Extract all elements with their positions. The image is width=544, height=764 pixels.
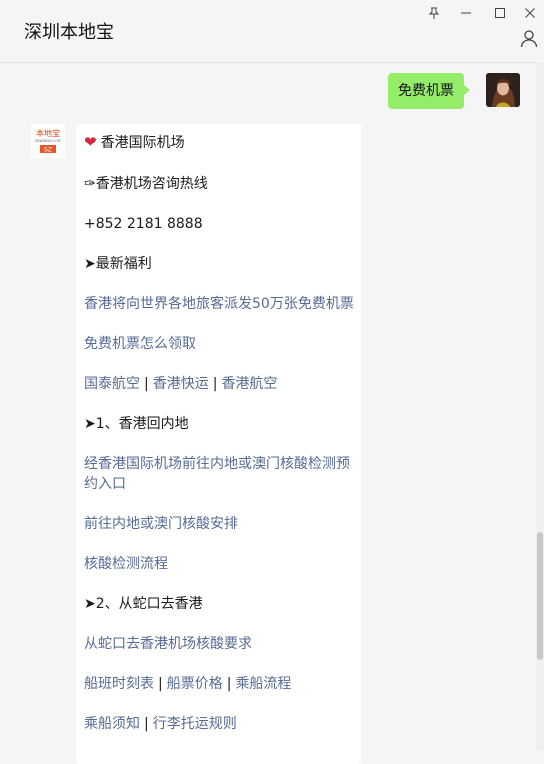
link-boarding-notice[interactable]: 乘船须知 — [84, 716, 140, 732]
link-test-booking-cont[interactable]: 约入口 — [84, 474, 126, 494]
outgoing-message-text: 免费机票 — [398, 83, 454, 99]
user-profile-icon[interactable] — [519, 28, 541, 50]
pin-icon[interactable] — [421, 2, 447, 24]
bot-logo-domain: BENDIBAO.COM — [35, 139, 60, 143]
airline-links: 国泰航空 | 香港快运 | 香港航空 — [84, 376, 278, 392]
scrollbar-thumb[interactable] — [537, 532, 543, 660]
bot-logo-name: 本地宝 — [36, 128, 60, 138]
airport-heading: ❤ 香港国际机场 — [84, 133, 185, 151]
minimize-icon[interactable] — [453, 2, 479, 24]
outgoing-message-bubble[interactable]: 免费机票 — [388, 73, 470, 109]
close-icon[interactable] — [517, 2, 543, 24]
link-luggage-rules[interactable]: 行李托运规则 — [153, 716, 237, 732]
link-free-tickets[interactable]: 香港将向世界各地旅客派发50万张免费机票 — [84, 294, 354, 314]
hotline-label: ✑香港机场咨询热线 — [84, 176, 208, 192]
notice-links: 乘船须知 | 行李托运规则 — [84, 716, 237, 732]
link-hk-express[interactable]: 香港快运 — [153, 376, 209, 392]
chat-scrollbar[interactable] — [536, 62, 544, 750]
link-test-process[interactable]: 核酸检测流程 — [84, 554, 168, 574]
link-test-arrangement[interactable]: 前往内地或澳门核酸安排 — [84, 514, 238, 534]
chat-title: 深圳本地宝 — [24, 22, 114, 43]
link-cathay[interactable]: 国泰航空 — [84, 376, 140, 392]
link-hk-airlines[interactable]: 香港航空 — [221, 376, 277, 392]
link-boarding-process[interactable]: 乘船流程 — [235, 676, 291, 692]
hotline-phone: +852 2181 8888 — [84, 216, 203, 232]
bot-logo-badge: SZ — [44, 147, 52, 154]
heart-icon: ❤ — [84, 133, 97, 151]
link-how-to-get[interactable]: 免费机票怎么领取 — [84, 334, 196, 354]
ferry-links: 船班时刻表 | 船票价格 | 乘船流程 — [84, 676, 292, 692]
section-welfare: ➤最新福利 — [84, 256, 152, 272]
link-ferry-schedule[interactable]: 船班时刻表 — [84, 676, 154, 692]
link-ferry-price[interactable]: 船票价格 — [167, 676, 223, 692]
title-bar: 深圳本地宝 — [0, 0, 544, 63]
maximize-icon[interactable] — [487, 2, 513, 24]
incoming-message-card: ❤ 香港国际机场 ✑香港机场咨询热线 +852 2181 8888 ➤最新福利 香… — [76, 124, 361, 764]
link-test-booking[interactable]: 经香港国际机场前往内地或澳门核酸检测预 — [84, 454, 350, 474]
section-shekou-to-hk: ➤2、从蛇口去香港 — [84, 596, 203, 612]
section-hk-to-mainland: ➤1、香港回内地 — [84, 416, 189, 432]
user-avatar[interactable] — [486, 73, 520, 107]
link-shekou-requirement[interactable]: 从蛇口去香港机场核酸要求 — [84, 634, 252, 654]
bot-avatar[interactable]: 本地宝 BENDIBAO.COM SZ — [31, 124, 65, 158]
